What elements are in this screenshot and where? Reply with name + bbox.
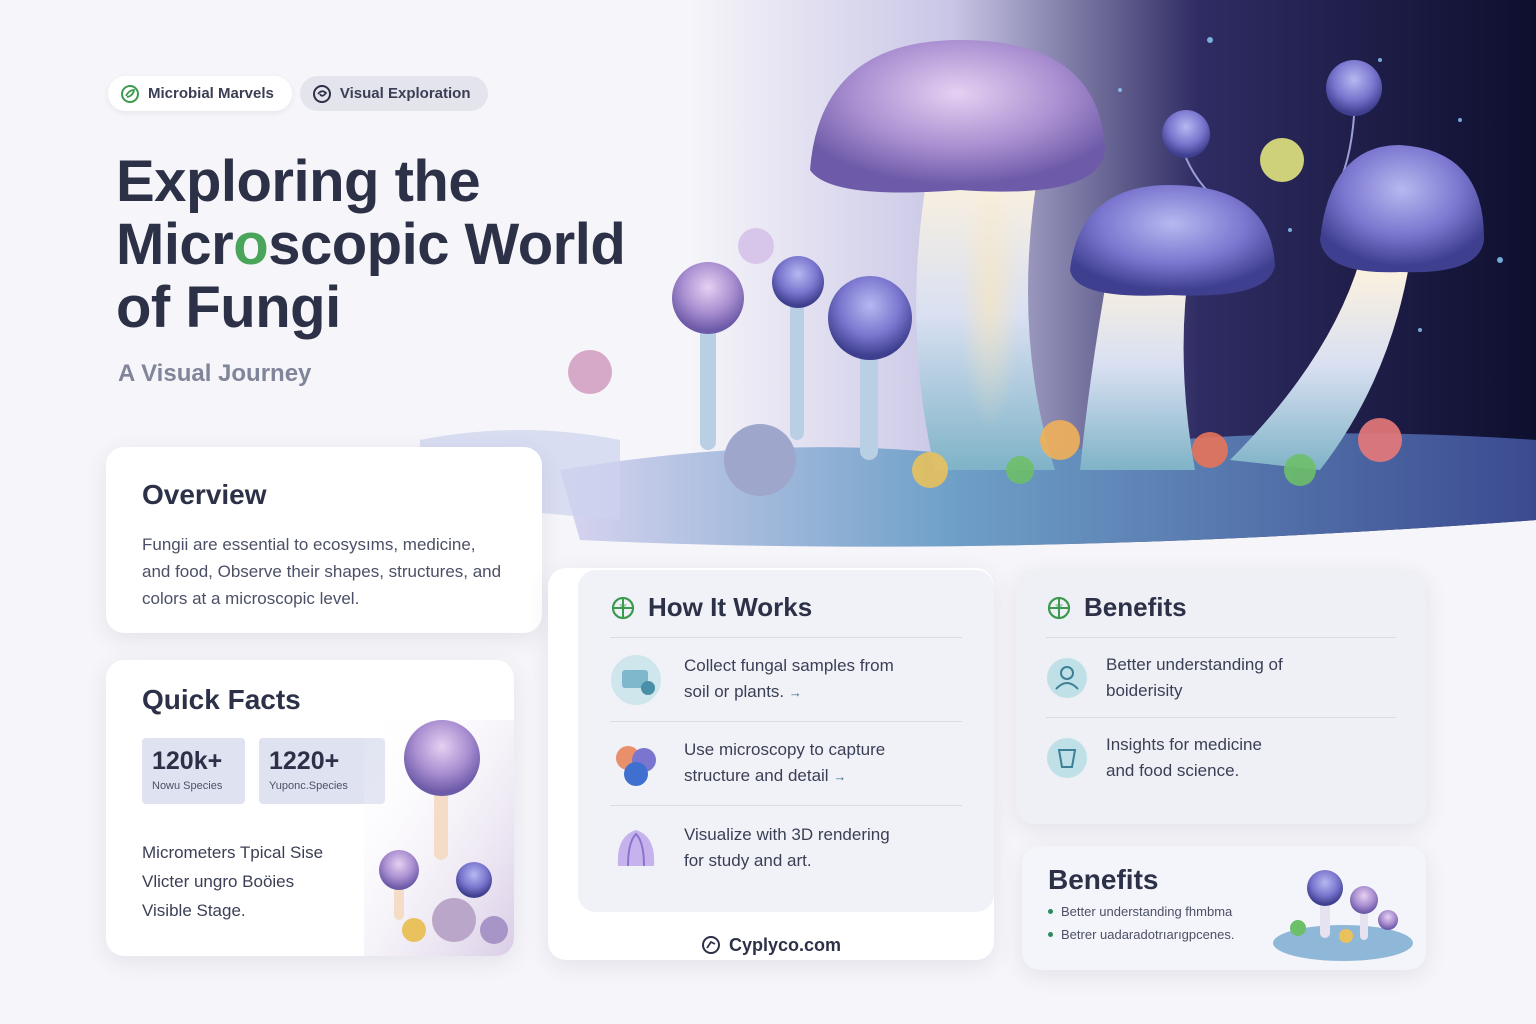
arrow-icon: → [833, 769, 847, 784]
step-item: Collect fungal samples from soil or plan… [610, 638, 962, 722]
mushroom-cluster-image [364, 720, 514, 956]
title-line-3: of Fungi [116, 275, 341, 340]
overview-card: Overview Fungii are essential to ecosysı… [106, 447, 542, 633]
step-line-1: Visualize with 3D rendering [684, 825, 890, 844]
quick-facts-title: Quick Facts [142, 684, 301, 715]
mushroom-island-image [1273, 870, 1413, 961]
step-line-2: structure and detail [684, 766, 829, 785]
how-it-works-header: How It Works [610, 592, 962, 623]
page-subtitle: A Visual Journey [118, 360, 312, 387]
compass-icon [611, 596, 635, 619]
chip-microbial-marvels[interactable]: Microbial Marvels [108, 76, 292, 111]
stat-value: 120k+ [152, 747, 223, 775]
arrow-icon: → [788, 685, 802, 700]
benefit-line-1: Better understanding of [1106, 654, 1283, 674]
medicine-cup-icon [1047, 738, 1087, 778]
bullet-text: Better understanding fhmbma [1061, 904, 1233, 919]
title-line-1: Exploring the [116, 149, 481, 214]
bullet-dot [1048, 909, 1053, 914]
title-line-2-post: scopic World [268, 212, 626, 277]
website-link[interactable]: Cyplyco.com [548, 928, 994, 962]
leaf-check-icon [120, 84, 140, 104]
stat-value: 1220+ [269, 747, 340, 775]
step-text: Visualize with 3D rendering for study an… [684, 822, 890, 874]
how-it-works-card: How It Works Collect fungal samples from… [548, 568, 994, 960]
stat-box: 120k+ Nowu Species [142, 738, 245, 804]
how-it-works-title: How It Works [648, 592, 813, 622]
page-title: Exploring the Microscopic World of Fungi [116, 150, 676, 339]
benefit-text: Insights for medicine and food science. [1106, 732, 1262, 784]
benefits-title: Benefits [1084, 592, 1187, 622]
step-line-1: Collect fungal samples from [684, 656, 894, 675]
step-line-1: Use microscopy to capture [684, 740, 886, 759]
benefit-line-2: and food science. [1106, 761, 1240, 780]
step-item: Visualize with 3D rendering for study an… [610, 806, 962, 890]
benefit-item: Better understanding of boiderisity [1046, 638, 1396, 718]
overview-title: Overview [142, 479, 267, 510]
how-it-works-panel: How It Works Collect fungal samples from… [578, 570, 994, 912]
step-text: Use microscopy to capture structure and … [684, 737, 885, 790]
microscopy-icon [616, 745, 656, 786]
quick-facts-card: Quick Facts 120k+ Nowu Species 1220+ Yup… [106, 660, 514, 956]
bullet-text: Betrer uadaradotrıarıgpcenes. [1061, 927, 1235, 942]
overview-body: Fungii are essential to ecosysıms, medic… [142, 535, 502, 608]
stat-label: Nowu Species [152, 780, 223, 792]
benefits-summary-card: Benefits Better understanding fhmbma Bet… [1022, 846, 1426, 970]
benefit-line-2: boiderisity [1106, 680, 1183, 700]
benefits-header: Benefits [1046, 592, 1396, 623]
compass-icon [1047, 596, 1071, 619]
chip-visual-exploration[interactable]: Visual Exploration [299, 76, 489, 111]
benefit-line-1: Insights for medicine [1106, 735, 1262, 754]
globe-icon [701, 936, 720, 954]
chip-label: Microbial Marvels [148, 85, 274, 102]
title-line-2-accent: o [233, 212, 269, 277]
website-link-label: Cyplyco.com [728, 934, 842, 955]
step-text: Collect fungal samples from soil or plan… [684, 653, 894, 706]
title-line-2-pre: Micr [116, 212, 234, 277]
swirl-icon [312, 84, 332, 104]
tag-chip-row: Microbial Marvels Visual Exploration [108, 76, 489, 111]
step-item: Use microscopy to capture structure and … [610, 722, 962, 806]
benefit-text: Better understanding of boiderisity [1106, 652, 1283, 704]
step-line-2: for study and art. [684, 851, 812, 870]
stat-label: Yuponc.Species [269, 780, 348, 792]
chip-label: Visual Exploration [339, 85, 471, 102]
benefits-card: Benefits Better understanding of boideri… [1016, 570, 1426, 824]
person-icon [1047, 657, 1087, 698]
bullet-dot [1048, 932, 1053, 937]
benefit-item: Insights for medicine and food science. [1046, 718, 1396, 798]
step-line-2: soil or plants. [684, 682, 785, 701]
3d-render-icon [617, 830, 655, 867]
sample-collection-icon [611, 654, 661, 705]
